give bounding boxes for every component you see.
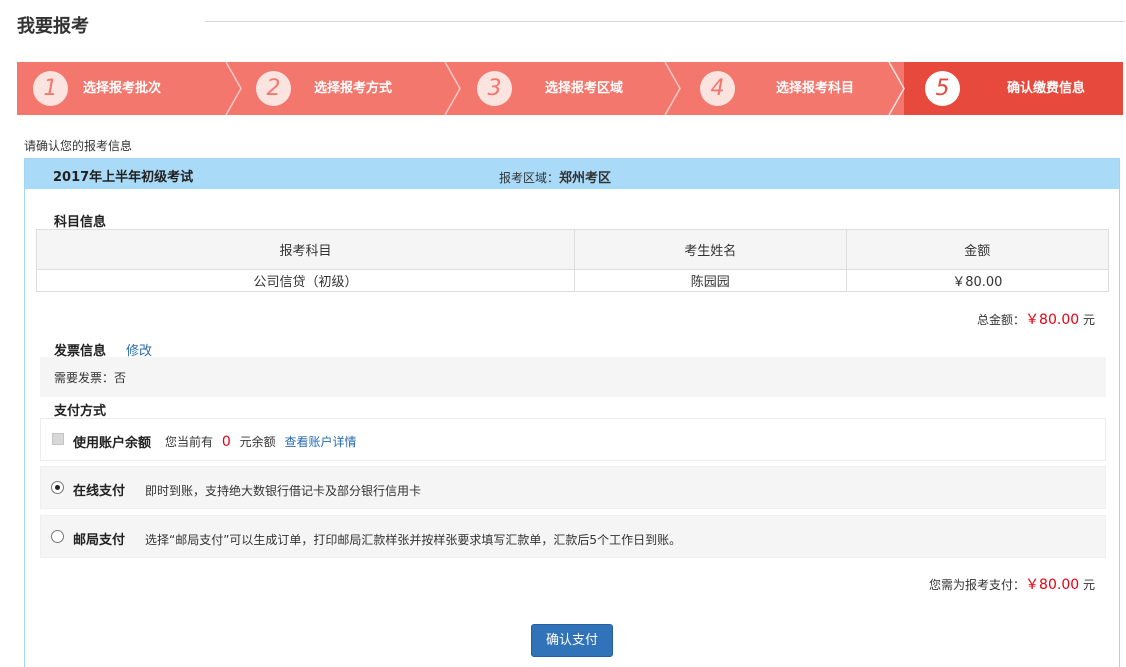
exam-info-panel: 2017年上半年初级考试 报考区域：郑州考区 科目信息 报考科目 考生姓名 金额… <box>24 158 1120 667</box>
balance-suffix: 元余额 <box>239 435 276 449</box>
subject-table: 报考科目 考生姓名 金额 公司信贷（初级） 陈园园 ￥80.00 <box>36 229 1110 292</box>
title-divider <box>205 21 1125 22</box>
confirm-payment-button[interactable]: 确认支付 <box>531 624 613 657</box>
table-header-row: 报考科目 考生姓名 金额 <box>36 229 1110 270</box>
payment-section-title: 支付方式 <box>54 404 107 419</box>
balance-checkbox[interactable] <box>52 433 64 445</box>
post-payment-label: 邮局支付 <box>73 533 126 548</box>
region-label: 报考区域： <box>499 171 560 185</box>
balance-option-label: 使用账户余额 <box>73 436 152 451</box>
online-payment-label: 在线支付 <box>73 484 126 499</box>
exam-name: 2017年上半年初级考试 <box>53 170 194 185</box>
candidate-name-cell: 陈园园 <box>574 269 847 292</box>
balance-payment-row[interactable]: 使用账户余额 您当前有 0 元余额 查看账户详情 <box>40 418 1106 461</box>
online-payment-desc: 即时到账，支持绝大数银行借记卡及部分银行信用卡 <box>145 484 422 498</box>
column-header: 金额 <box>845 229 1110 270</box>
online-payment-radio[interactable] <box>51 481 64 494</box>
post-payment-radio[interactable] <box>51 530 64 543</box>
total-unit: 元 <box>1082 313 1095 327</box>
online-payment-row[interactable]: 在线支付 即时到账，支持绝大数银行借记卡及部分银行信用卡 <box>40 466 1106 509</box>
total-amount: 总金额：￥80.00 元 <box>977 309 1095 329</box>
total-value: ￥80.00 <box>1025 312 1080 328</box>
balance-amount: 0 <box>221 434 231 450</box>
balance-info: 您当前有 0 元余额 查看账户详情 <box>165 433 356 450</box>
column-header: 考生姓名 <box>574 229 847 270</box>
column-header: 报考科目 <box>36 229 575 270</box>
table-row: 公司信贷（初级） 陈园园 ￥80.00 <box>36 269 1110 292</box>
step-chevron-icon <box>225 62 905 115</box>
total-label: 总金额： <box>977 313 1026 327</box>
invoice-need-text: 需要发票：否 <box>54 371 127 385</box>
invoice-box: 需要发票：否 <box>40 357 1106 397</box>
region-value: 郑州考区 <box>559 171 612 186</box>
exam-header: 2017年上半年初级考试 报考区域：郑州考区 <box>25 159 1119 189</box>
post-payment-desc: 选择“邮局支付”可以生成订单，打印邮局汇款样张并按样张要求填写汇款单，汇款后5个… <box>145 533 682 547</box>
step-progress-bar: 1 选择报考批次 2 选择报考方式 3 选择报考区域 4 选择报考科目 5 确认… <box>17 62 1123 115</box>
subject-section-title: 科目信息 <box>54 215 107 230</box>
amount-cell: ￥80.00 <box>845 269 1110 292</box>
payable-amount: ￥80.00 <box>1025 577 1080 593</box>
view-account-link[interactable]: 查看账户详情 <box>284 435 356 449</box>
confirm-hint: 请确认您的报考信息 <box>24 139 133 153</box>
balance-prefix: 您当前有 <box>165 435 214 449</box>
payable-total: 您需为报考支付：￥80.00 元 <box>929 574 1095 594</box>
post-payment-row[interactable]: 邮局支付 选择“邮局支付”可以生成订单，打印邮局汇款样张并按样张要求填写汇款单，… <box>40 515 1106 558</box>
payable-label: 您需为报考支付： <box>929 578 1026 592</box>
subject-cell: 公司信贷（初级） <box>36 269 575 292</box>
page-title: 我要报考 <box>17 16 89 37</box>
exam-region: 报考区域：郑州考区 <box>499 167 611 186</box>
payable-unit: 元 <box>1082 578 1095 592</box>
